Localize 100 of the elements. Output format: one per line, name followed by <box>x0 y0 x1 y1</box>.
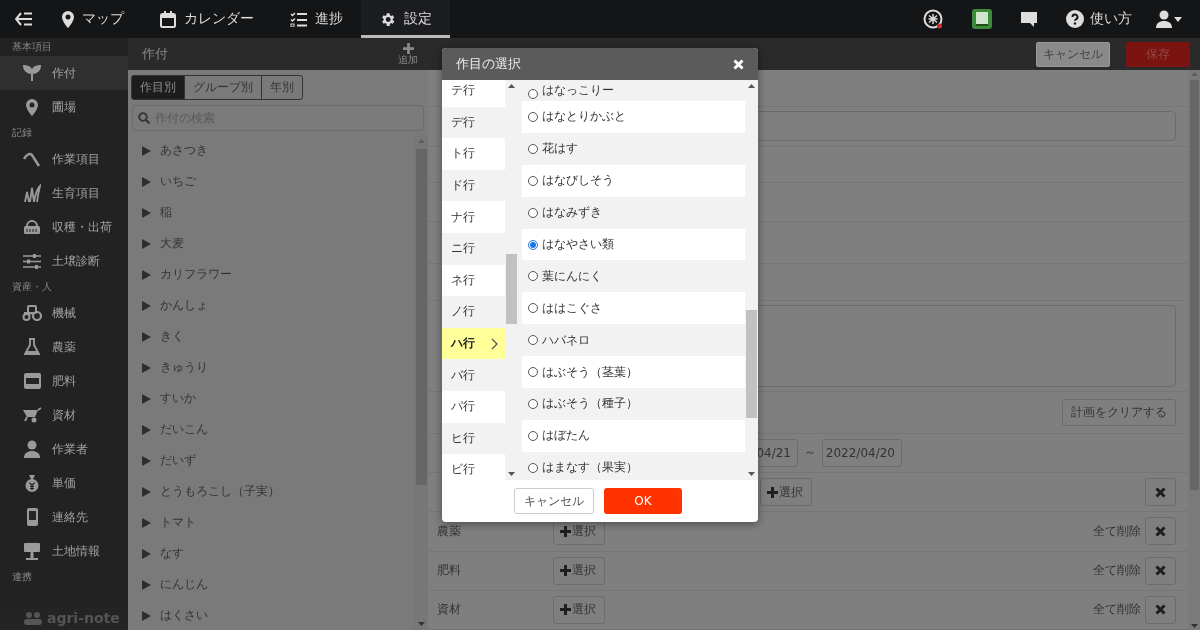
crop-option[interactable]: はなとりかぶと <box>522 101 745 133</box>
date-separator: ～ <box>803 444 817 462</box>
radio-button[interactable] <box>528 430 538 441</box>
remove-button[interactable] <box>1145 556 1176 585</box>
search-icon <box>138 112 150 124</box>
panel-title: 作付 <box>142 45 168 63</box>
close-icon <box>1155 565 1166 577</box>
sidebar-item[interactable]: 単価 <box>0 466 128 500</box>
map-pin-icon <box>26 98 38 116</box>
caret-icon <box>142 610 151 621</box>
scrollbar-thumb[interactable] <box>415 149 427 485</box>
caret-icon <box>142 145 151 156</box>
remove-button[interactable] <box>1145 595 1176 624</box>
sidebar-item[interactable]: 圃場 <box>0 90 128 124</box>
sidebar-item[interactable]: 土地情報 <box>0 534 128 568</box>
money-bag-icon <box>24 474 40 492</box>
crop-option[interactable]: はぼたん <box>522 419 745 452</box>
sidebar-item[interactable]: 肥料 <box>0 364 128 398</box>
radio-button[interactable] <box>528 175 538 186</box>
plus-icon <box>560 604 571 616</box>
caret-icon <box>142 579 151 590</box>
sidebar-section-title: 資産・人 <box>11 280 53 294</box>
kana-group-item[interactable]: ハ行 <box>442 327 505 360</box>
sidebar-item[interactable]: 機械 <box>0 296 128 330</box>
radio-button[interactable] <box>528 143 538 154</box>
caret-icon <box>142 238 151 249</box>
seedling-icon <box>23 64 41 82</box>
kana-group-item[interactable]: ナ行 <box>442 201 505 233</box>
mobile-phone-icon <box>26 508 38 526</box>
dropdown-caret-icon <box>1174 16 1182 22</box>
crop-option[interactable]: はぶそう（茎葉） <box>522 356 745 388</box>
sidebar-item[interactable]: 作業者 <box>0 432 128 466</box>
select-button[interactable]: 選択 <box>760 478 812 507</box>
user-icon <box>1156 10 1172 28</box>
ok-button[interactable]: OK <box>604 488 682 514</box>
scrollbar-thumb[interactable] <box>1189 80 1199 490</box>
chevron-right-icon <box>491 337 498 350</box>
plus-icon <box>560 525 571 537</box>
nav-tab[interactable]: 進捗 <box>272 0 361 38</box>
row-label: 農薬 <box>437 522 462 540</box>
people-icon <box>24 611 42 625</box>
sidebar-item[interactable]: 作業項目 <box>0 142 128 176</box>
kana-group-item[interactable]: テ行 <box>442 80 505 107</box>
help-link[interactable]: 使い方 <box>1052 0 1146 38</box>
radio-button[interactable] <box>528 367 538 378</box>
caret-icon <box>142 300 151 311</box>
sidebar-item[interactable]: 収穫・出荷 <box>0 210 128 244</box>
crop-option[interactable]: はなびしそう <box>522 164 745 197</box>
sidebar-item[interactable]: 生育項目 <box>0 176 128 210</box>
chat-bubble-icon[interactable] <box>1020 10 1038 28</box>
scroll-up-arrow-icon <box>508 84 515 88</box>
close-button[interactable] <box>733 58 744 70</box>
radio-button[interactable] <box>528 271 538 282</box>
dialog-cancel-button[interactable]: キャンセル <box>514 488 594 514</box>
radio-button[interactable] <box>528 111 538 122</box>
nav-tab[interactable]: 設定 <box>361 0 450 38</box>
filter-tab[interactable]: 作目別 <box>131 75 185 100</box>
wheelbarrow-icon <box>22 407 42 423</box>
collapse-menu-icon[interactable] <box>15 12 33 26</box>
kana-group-item[interactable]: パ行 <box>442 390 505 423</box>
remove-button[interactable] <box>1145 478 1176 507</box>
select-button[interactable]: 選択 <box>553 595 605 624</box>
crop-option[interactable]: ははこぐさ <box>522 292 745 325</box>
nav-tab[interactable]: マップ <box>44 0 142 38</box>
kana-group-item[interactable]: ビ行 <box>442 454 505 480</box>
select-button[interactable]: 選択 <box>553 556 605 585</box>
caret-icon <box>142 455 151 466</box>
delete-all-link[interactable]: 全て削除 <box>1093 522 1141 540</box>
scrollbar-thumb[interactable] <box>746 310 757 418</box>
kana-group-item[interactable]: ト行 <box>442 138 505 170</box>
add-button[interactable]: 追加 <box>398 43 418 65</box>
radio-button[interactable] <box>528 207 538 218</box>
person-icon <box>24 440 40 458</box>
delete-all-link[interactable]: 全て削除 <box>1093 562 1141 580</box>
clear-plan-button[interactable]: 計画をクリアする <box>1062 398 1176 426</box>
caret-icon <box>142 424 151 435</box>
kana-group-item[interactable]: ネ行 <box>442 264 505 297</box>
radio-button[interactable] <box>528 89 538 99</box>
sidebar-item[interactable]: 資材 <box>0 398 128 432</box>
scrollbar-thumb[interactable] <box>506 254 517 324</box>
radio-button[interactable] <box>528 239 538 250</box>
delete-all-link[interactable]: 全て削除 <box>1093 601 1141 619</box>
radio-button[interactable] <box>528 462 538 473</box>
scroll-down-arrow-icon <box>417 622 425 626</box>
radio-button[interactable] <box>528 335 538 346</box>
close-icon <box>733 58 744 70</box>
crop-option[interactable]: はなやさい類 <box>522 228 745 261</box>
sidebar-item[interactable]: 連絡先 <box>0 500 128 534</box>
settings-icon <box>379 10 396 28</box>
caret-icon <box>142 393 151 404</box>
sidebar-item[interactable]: 土壌診断 <box>0 244 128 278</box>
radio-button[interactable] <box>528 398 538 409</box>
nav-tab[interactable]: カレンダー <box>142 0 272 38</box>
sidebar-item[interactable]: 作付 <box>0 56 128 90</box>
sidebar-item[interactable]: 農薬 <box>0 330 128 364</box>
radio-button[interactable] <box>528 303 538 314</box>
close-icon <box>1155 525 1166 537</box>
scroll-down-arrow-icon <box>1190 624 1198 628</box>
remove-button[interactable] <box>1145 517 1176 546</box>
close-icon <box>1155 486 1166 498</box>
